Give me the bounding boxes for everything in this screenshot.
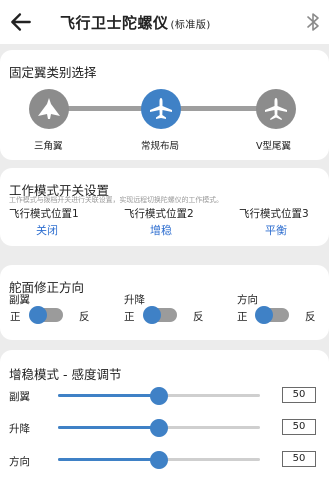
elevator-reverse-label: 反 xyxy=(193,311,204,323)
mode-position-2-label: 飞行模式位置2 xyxy=(124,208,194,220)
conventional-option[interactable] xyxy=(141,89,181,129)
aileron-sensitivity-knob[interactable] xyxy=(150,387,168,405)
conventional-plane-icon xyxy=(150,98,172,119)
mode-position-3-label: 飞行模式位置3 xyxy=(239,208,309,220)
aileron-sensitivity-value[interactable]: 50 xyxy=(282,387,316,403)
elevator-sensitivity-value[interactable]: 50 xyxy=(282,419,316,435)
delta-wing-label: 三角翼 xyxy=(34,141,63,152)
v-tail-label: V型尾翼 xyxy=(256,141,291,152)
app-edition: (标准版) xyxy=(170,20,211,31)
elevator-sensitivity-knob[interactable] xyxy=(150,419,168,437)
delta-wing-option[interactable] xyxy=(29,89,69,129)
rudder-sensitivity-knob[interactable] xyxy=(150,451,168,469)
aileron-forward-label: 正 xyxy=(10,311,21,323)
mode-position-2-select[interactable]: 增稳 xyxy=(150,222,172,238)
elevator-sensitivity-label: 升降 xyxy=(9,423,30,435)
elevator-direction-label: 升降 xyxy=(124,294,145,306)
wing-type-title: 固定翼类别选择 xyxy=(9,65,97,80)
delta-wing-plane-icon xyxy=(38,98,60,119)
bluetooth-icon[interactable] xyxy=(305,11,321,33)
rudder-sensitivity-fill xyxy=(58,458,159,461)
v-tail-option[interactable] xyxy=(256,89,296,129)
page-title: 飞行卫士陀螺仪 (标准版) xyxy=(60,12,211,33)
rudder-reverse-label: 反 xyxy=(305,311,316,323)
mode-position-3-select[interactable]: 平衡 xyxy=(265,222,287,238)
v-tail-plane-icon xyxy=(265,98,287,120)
rudder-toggle-knob[interactable] xyxy=(255,306,273,324)
aileron-sensitivity-fill xyxy=(58,394,159,397)
elevator-toggle-knob[interactable] xyxy=(143,306,161,324)
rudder-sensitivity-label: 方向 xyxy=(9,456,30,468)
arrow-left-icon[interactable] xyxy=(8,9,34,35)
app-title: 飞行卫士陀螺仪 xyxy=(60,14,169,32)
aileron-sensitivity-label: 副翼 xyxy=(9,391,30,403)
mode-position-1-select[interactable]: 关闭 xyxy=(36,222,58,238)
aileron-direction-label: 副翼 xyxy=(9,294,30,306)
elevator-sensitivity-fill xyxy=(58,426,159,429)
work-mode-hint: 工作模式与拨档开关进行关联设置，实现远程切换陀螺仪的工作模式。 xyxy=(9,196,223,204)
mode-position-1-label: 飞行模式位置1 xyxy=(9,208,79,220)
rudder-direction-label: 方向 xyxy=(237,294,258,306)
conventional-label: 常规布局 xyxy=(141,141,180,152)
aileron-toggle-knob[interactable] xyxy=(29,306,47,324)
rudder-sensitivity-value[interactable]: 50 xyxy=(282,451,316,467)
rudder-forward-label: 正 xyxy=(237,311,248,323)
elevator-forward-label: 正 xyxy=(124,311,135,323)
app-header: 飞行卫士陀螺仪 (标准版) xyxy=(0,0,329,44)
sensitivity-title: 增稳模式 - 感度调节 xyxy=(9,367,122,382)
aileron-reverse-label: 反 xyxy=(79,311,90,323)
